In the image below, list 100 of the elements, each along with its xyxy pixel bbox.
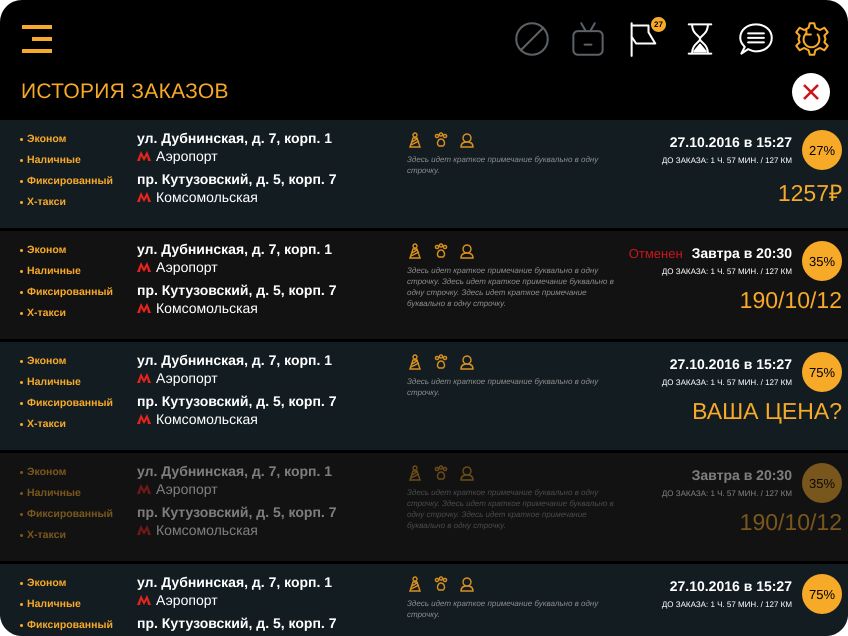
- person-icon: [459, 465, 475, 481]
- metro-icon: [137, 262, 151, 272]
- order-row[interactable]: [0, 342, 848, 450]
- address: пр. Кутузовский, д. 5, корп. 7: [137, 615, 338, 631]
- bullet-icon: [20, 512, 23, 516]
- order-time: Завтра в 20:30: [692, 467, 792, 483]
- order-note: Здесь идет краткое примечание буквально в одну строчку.: [407, 376, 600, 398]
- eta-text: ДО ЗАКАЗА: 1 Ч. 57 МИН. / 127 КМ: [662, 156, 792, 165]
- order-row[interactable]: [0, 231, 848, 339]
- order-tag: Фиксированный: [27, 175, 113, 187]
- eta-text: ДО ЗАКАЗА: 1 Ч. 57 МИН. / 127 КМ: [662, 489, 792, 498]
- order-tag: Фиксированный: [27, 397, 113, 409]
- close-button[interactable]: [792, 73, 830, 111]
- paw-icon: [433, 243, 449, 259]
- metro-icon: [137, 373, 151, 383]
- order-price: 1257₽: [778, 179, 842, 208]
- order-tag: Фиксированный: [27, 619, 113, 631]
- percent-badge: 35%: [802, 463, 842, 503]
- metro-station: Аэропорт: [156, 148, 218, 164]
- paw-icon: [433, 354, 449, 370]
- eta-text: ДО ЗАКАЗА: 1 Ч. 57 МИН. / 127 КМ: [662, 267, 792, 276]
- metro-station: Комсомольская: [156, 522, 258, 538]
- order-note: Здесь идет краткое примечание буквально в одну строчку.: [407, 598, 600, 620]
- bullet-icon: [20, 380, 23, 384]
- page-title: ИСТОРИЯ ЗАКАЗОВ: [21, 80, 229, 104]
- bullet-icon: [20, 270, 23, 272]
- order-time: 27.10.2016 в 15:27: [670, 134, 792, 150]
- order-tag: Эконом: [27, 577, 66, 589]
- order-tag: Эконом: [27, 466, 66, 478]
- order-price: ВАША ЦЕНА?: [692, 398, 842, 425]
- order-tag: Эконом: [27, 355, 66, 367]
- order-price: 190/10/12: [740, 287, 842, 314]
- bullet-icon: [20, 312, 23, 314]
- bullet-icon: [20, 180, 23, 182]
- bullet-icon: [20, 360, 23, 362]
- count-badge: 27: [651, 17, 666, 32]
- metro-station: Аэропорт: [156, 592, 218, 608]
- metro-icon: [137, 151, 151, 161]
- order-tag: Х-такси: [27, 418, 66, 430]
- percent-badge: 27%: [802, 130, 842, 170]
- order-row[interactable]: [0, 120, 848, 228]
- order-status: Отменен: [628, 246, 683, 261]
- bullet-icon: [20, 534, 23, 536]
- address: пр. Кутузовский, д. 5, корп. 7: [137, 171, 338, 187]
- bullet-icon: [20, 624, 23, 626]
- order-tag: Эконом: [27, 244, 66, 256]
- metro-station: Комсомольская: [156, 300, 258, 316]
- bullet-icon: [20, 158, 23, 162]
- metro-icon: [137, 525, 151, 535]
- bullet-icon: [20, 602, 23, 606]
- person-icon: [459, 243, 475, 259]
- address: ул. Дубнинская, д. 7, корп. 1: [137, 130, 334, 146]
- bullet-icon: [20, 138, 23, 140]
- address: ул. Дубнинская, д. 7, корп. 1: [137, 352, 334, 368]
- eta-text: ДО ЗАКАЗА: 1 Ч. 57 МИН. / 127 КМ: [662, 600, 792, 609]
- bullet-icon: [20, 422, 23, 426]
- percent-badge: 75%: [802, 352, 842, 392]
- address: ул. Дубнинская, д. 7, корп. 1: [137, 241, 334, 257]
- bullet-icon: [20, 200, 23, 204]
- eta-text: ДО ЗАКАЗА: 1 Ч. 57 МИН. / 127 КМ: [662, 378, 792, 387]
- order-note: Здесь идет краткое примечание буквально в одну строчку.: [407, 154, 600, 176]
- bullet-icon: [20, 248, 23, 252]
- paw-icon: [433, 576, 449, 592]
- address: пр. Кутузовский, д. 5, корп. 7: [137, 393, 338, 409]
- bullet-icon: [20, 470, 23, 474]
- order-note: Здесь идет краткое примечание буквально в одну строчку. Здесь идет краткое примечание буквально в одну строчку. Здесь идет краткое примечание буквально в одну строчку.: [407, 265, 615, 309]
- address: пр. Кутузовский, д. 5, корп. 7: [137, 282, 338, 298]
- metro-icon: [137, 303, 151, 313]
- person-icon: [459, 132, 475, 148]
- person-icon: [459, 354, 475, 370]
- person-icon: [459, 576, 475, 592]
- order-tag: Наличные: [27, 376, 81, 388]
- order-tag: Х-такси: [27, 529, 66, 541]
- address: ул. Дубнинская, д. 7, корп. 1: [137, 574, 334, 590]
- order-tag: Фиксированный: [27, 286, 113, 298]
- metro-station: Аэропорт: [156, 370, 218, 386]
- order-tag: Наличные: [27, 598, 81, 610]
- bullet-icon: [20, 582, 23, 584]
- metro-icon: [137, 484, 151, 494]
- close-icon[interactable]: [802, 83, 820, 101]
- metro-station: Комсомольская: [156, 189, 258, 205]
- order-price: 190/10/12: [740, 509, 842, 536]
- order-tag: Х-такси: [27, 307, 66, 319]
- bullet-icon: [20, 290, 23, 294]
- order-time: Завтра в 20:30: [692, 245, 792, 261]
- bullet-icon: [20, 402, 23, 404]
- bullet-icon: [20, 492, 23, 494]
- paw-icon: [433, 465, 449, 481]
- paw-icon: [433, 132, 449, 148]
- percent-badge: 75%: [802, 574, 842, 614]
- metro-icon: [137, 595, 151, 605]
- gear-button[interactable]: [794, 21, 830, 57]
- metro-station: Аэропорт: [156, 259, 218, 275]
- metro-station: Комсомольская: [156, 411, 258, 427]
- order-tag: Фиксированный: [27, 508, 113, 520]
- address: пр. Кутузовский, д. 5, корп. 7: [137, 504, 338, 520]
- order-tag: Наличные: [27, 265, 81, 277]
- metro-icon: [137, 192, 151, 202]
- order-tag: Наличные: [27, 154, 81, 166]
- chat-button[interactable]: [738, 21, 774, 57]
